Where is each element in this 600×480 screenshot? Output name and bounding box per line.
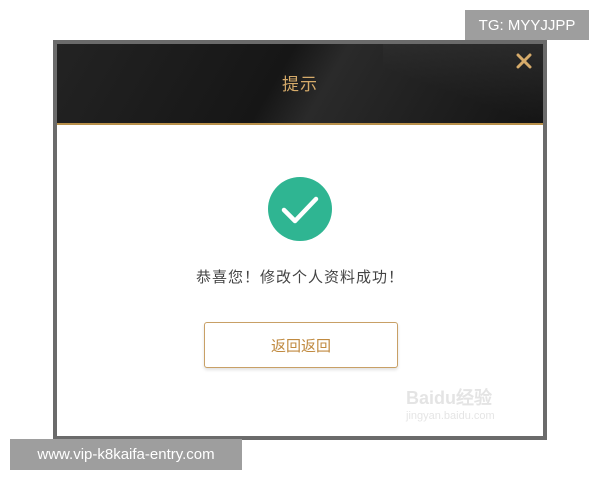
return-button[interactable]: 返回返回 [204,322,398,368]
screenshot-page: TG: MYYJJPP 提示 恭喜您！修改个人资料成功！ 返回返回 Baidu经… [0,0,600,480]
notice-dialog: 提示 恭喜您！修改个人资料成功！ 返回返回 Baidu经验 jingyan.ba [53,40,547,440]
success-message: 恭喜您！修改个人资料成功！ [195,268,404,286]
check-circle-icon [268,177,332,241]
bottom-text-overlay: www.vip-k8kaifa-entry.com [10,439,242,470]
baidu-watermark: Baidu经验 jingyan.baidu.com [400,374,520,434]
dialog-body: 提示 恭喜您！修改个人资料成功！ 返回返回 Baidu经验 jingyan.ba [57,44,543,436]
return-button-label: 返回返回 [270,336,331,355]
close-icon [516,53,532,69]
dialog-header: 提示 [57,44,543,125]
dialog-title: 提示 [282,75,318,95]
watermark-brand: Baidu经验 [406,388,493,408]
close-button[interactable] [513,50,535,72]
watermark-url: jingyan.baidu.com [406,410,495,422]
top-text-overlay: TG: MYYJJPP [465,10,589,40]
